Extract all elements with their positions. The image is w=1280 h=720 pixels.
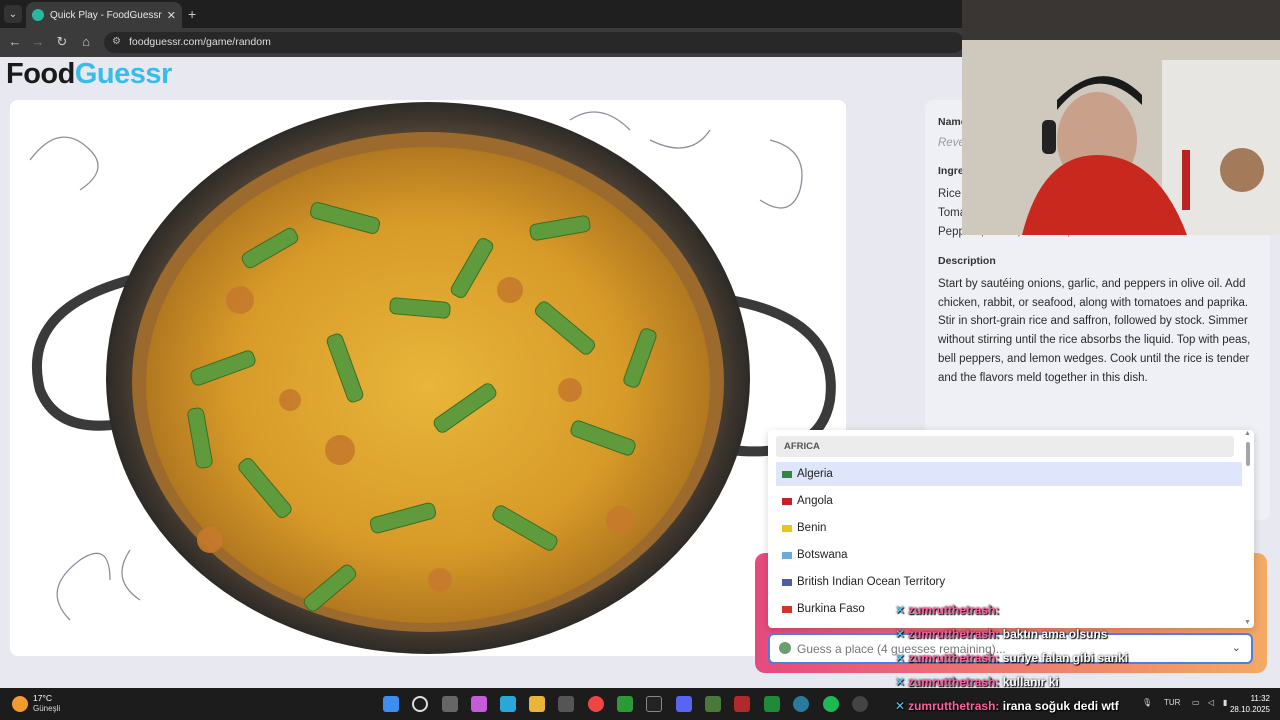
description-text: Start by sautéing onions, garlic, and pe… (938, 278, 1251, 384)
volume-icon[interactable]: ◁ (1208, 698, 1214, 707)
flag-icon (782, 497, 792, 505)
dropdown-scrollbar[interactable]: ▲ ▼ (1244, 430, 1252, 628)
app-icon[interactable] (734, 696, 750, 712)
foodguessr-favicon-icon (32, 9, 44, 21)
sun-icon (12, 696, 28, 712)
mic-icon[interactable]: 🎙 (1142, 698, 1152, 707)
flag-icon (782, 524, 792, 532)
app-icon[interactable] (852, 696, 868, 712)
chat-badge-icon: ✕ (895, 651, 906, 665)
chat-text: baktın ama olsuns (1002, 627, 1108, 641)
chat-text: suriye falan gibi sanki (1002, 651, 1129, 665)
chat-badge-icon: ✕ (895, 603, 906, 617)
xbox-app-icon[interactable] (764, 696, 780, 712)
network-icon[interactable]: ▭ (1192, 698, 1200, 707)
dropdown-option[interactable]: Burkina Faso (776, 597, 1242, 621)
app-icon[interactable] (793, 696, 809, 712)
description-label: Description (938, 255, 996, 267)
dropdown-option[interactable]: Benin (776, 516, 1242, 540)
reload-icon[interactable]: ↻ (53, 34, 71, 50)
flag-icon (782, 470, 792, 478)
chat-message: ✕ zumrutthetrash: irana soğuk dedi wtf (895, 699, 1119, 713)
chat-message: ✕ zumrutthetrash: (895, 603, 999, 617)
webcam-overlay (962, 0, 1280, 235)
forward-arrow-icon[interactable]: → (29, 34, 47, 49)
app-icon[interactable] (705, 696, 721, 712)
battery-icon[interactable]: ▮ (1223, 698, 1227, 707)
capcut-icon[interactable] (646, 696, 662, 712)
chat-message: ✕ zumrutthetrash: kullanır ki (895, 675, 1059, 689)
flag-icon (782, 551, 792, 559)
clock[interactable]: 11:32 28.10.2025 (1230, 693, 1270, 715)
country-dropdown[interactable]: AFRICA Algeria Angola Benin Botswana Bri… (768, 430, 1254, 628)
site-info-icon[interactable]: ⚙ (112, 36, 121, 47)
address-url: foodguessr.com/game/random (129, 36, 271, 48)
browser-tab[interactable]: Quick Play - FoodGuessr | Food Geography… (26, 2, 182, 28)
back-arrow-icon[interactable]: ← (6, 34, 24, 49)
dropdown-option[interactable]: Botswana (776, 543, 1242, 567)
file-explorer-icon[interactable] (529, 696, 545, 712)
store-icon[interactable] (558, 696, 574, 712)
paella-photo (10, 100, 846, 656)
food-image (10, 100, 846, 656)
option-label: Botswana (797, 549, 848, 561)
address-bar[interactable]: ⚙ foodguessr.com/game/random (104, 32, 964, 53)
weather-desc: Güneşli (33, 704, 61, 713)
name-value: Reve (938, 137, 965, 149)
home-icon[interactable]: ⌂ (77, 34, 95, 49)
chat-message: ✕ zumrutthetrash: suriye falan gibi sanki (895, 651, 1128, 665)
ingredients-label: Ingre (938, 165, 964, 177)
dropdown-option[interactable]: British Indian Ocean Territory (776, 570, 1242, 594)
chat-badge-icon: ✕ (895, 627, 906, 641)
scroll-up-icon[interactable]: ▲ (1244, 430, 1251, 437)
globe-icon (779, 642, 791, 654)
chat-badge-icon: ✕ (895, 675, 906, 689)
option-label: British Indian Ocean Territory (797, 576, 946, 588)
new-tab-button[interactable]: + (188, 6, 196, 22)
option-label: Angola (797, 495, 833, 507)
option-label: Burkina Faso (797, 603, 865, 615)
chat-username: zumrutthetrash: (908, 651, 1000, 665)
option-label: Benin (797, 522, 827, 534)
xbox-icon[interactable] (617, 696, 633, 712)
spotify-icon[interactable] (823, 696, 839, 712)
edge-icon[interactable] (500, 696, 516, 712)
ingredients-line: Rice, (938, 188, 965, 200)
chevron-down-icon[interactable]: ⌄ (1232, 641, 1241, 654)
language-indicator[interactable]: TUR (1164, 698, 1180, 707)
weather-widget[interactable]: 17°C Güneşli (12, 693, 72, 715)
chat-text: irana soğuk dedi wtf (1002, 699, 1119, 713)
copilot-icon[interactable] (471, 696, 487, 712)
search-icon[interactable] (412, 696, 428, 712)
scroll-down-icon[interactable]: ▼ (1244, 619, 1251, 626)
tab-title: Quick Play - FoodGuessr | Food Geography… (50, 9, 163, 21)
foodguessr-logo[interactable]: FoodGuessr (6, 58, 172, 91)
scrollbar-thumb[interactable] (1246, 442, 1250, 466)
group-header-africa: AFRICA (776, 436, 1234, 457)
webcam-image (962, 0, 1280, 235)
chat-message: ✕ zumrutthetrash: baktın ama olsuns (895, 627, 1107, 641)
option-label: Algeria (797, 468, 833, 480)
dropdown-option[interactable]: Algeria (776, 462, 1242, 486)
chat-text: kullanır ki (1002, 675, 1059, 689)
flag-icon (782, 605, 792, 613)
tab-list-chevron-icon[interactable]: ⌄ (4, 5, 22, 23)
logo-text-guessr: Guessr (74, 58, 172, 90)
tab-close-icon[interactable]: ✕ (167, 9, 176, 22)
chat-badge-icon: ✕ (895, 699, 906, 713)
clock-date: 28.10.2025 (1229, 705, 1270, 714)
task-view-icon[interactable] (442, 696, 458, 712)
flag-icon (782, 578, 792, 586)
weather-temp: 17°C (33, 693, 52, 703)
chrome-icon[interactable] (588, 696, 604, 712)
discord-icon[interactable] (676, 696, 692, 712)
chat-username: zumrutthetrash: (908, 603, 1000, 617)
logo-text-food: Food (6, 58, 75, 90)
dropdown-option[interactable]: Angola (776, 489, 1242, 513)
clock-time: 11:32 (1250, 694, 1270, 703)
chat-username: zumrutthetrash: (908, 675, 1000, 689)
start-icon[interactable] (383, 696, 399, 712)
chat-username: zumrutthetrash: (908, 627, 1000, 641)
chat-username: zumrutthetrash: (908, 699, 1000, 713)
